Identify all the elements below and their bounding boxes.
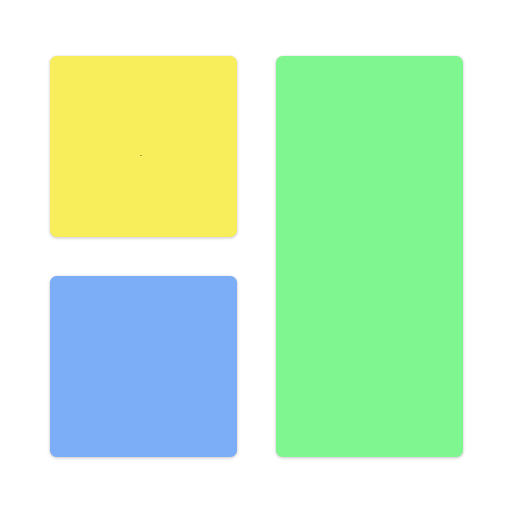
tile-canvas <box>0 0 512 512</box>
yellow-tile[interactable] <box>50 56 237 237</box>
green-tile[interactable] <box>276 56 463 457</box>
blue-tile[interactable] <box>50 276 237 457</box>
dust-speck <box>140 155 142 156</box>
